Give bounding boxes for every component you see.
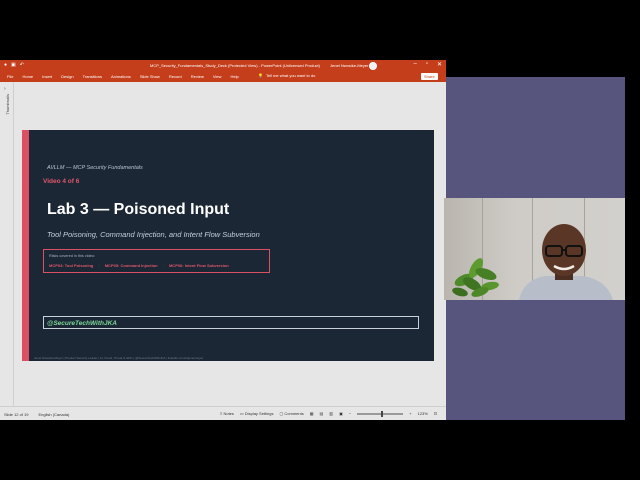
zoom-slider-thumb[interactable] bbox=[380, 410, 383, 417]
handle-box: @SecureTechWithJKA bbox=[43, 316, 419, 329]
ribbon-tab-animations[interactable]: Animations bbox=[111, 74, 131, 79]
comments-button[interactable]: ▢ Comments bbox=[279, 411, 303, 416]
notes-label: Notes bbox=[223, 411, 234, 416]
maximize-icon[interactable]: ▫ bbox=[426, 61, 428, 68]
tell-me-box[interactable]: 💡 Tell me what you want to do bbox=[258, 73, 315, 78]
ribbon-tab-transitions[interactable]: Transitions bbox=[83, 74, 102, 79]
user-name[interactable]: Jenet Nwosike-Meyer bbox=[330, 63, 368, 68]
screen-recording: ● ▣ ↶ MCP_Security_Fundamentals_Study_De… bbox=[0, 0, 640, 480]
close-icon[interactable]: ✕ bbox=[437, 61, 442, 68]
plant-image bbox=[452, 258, 499, 297]
zoom-in-icon[interactable]: + bbox=[409, 411, 411, 416]
ribbon-tab-record[interactable]: Record bbox=[169, 74, 182, 79]
zoom-out-icon[interactable]: − bbox=[349, 411, 351, 416]
webcam-feed bbox=[444, 198, 625, 300]
thumbnails-label: Thumbnails bbox=[5, 94, 10, 115]
display-settings-button[interactable]: ▭ Display Settings bbox=[240, 411, 274, 416]
fit-to-window-icon[interactable]: ⊡ bbox=[434, 411, 437, 416]
status-bar: Slide 12 of 19 English (Canada) ≡ Notes … bbox=[0, 406, 446, 420]
ribbon-tab-view[interactable]: View bbox=[213, 74, 222, 79]
slide-subtitle: Tool Poisoning, Command Injection, and I… bbox=[47, 230, 260, 239]
reading-view-icon[interactable]: ▥ bbox=[329, 411, 333, 416]
lightbulb-icon: 💡 bbox=[258, 73, 263, 78]
zoom-level[interactable]: 123% bbox=[418, 411, 428, 416]
autosave-icon[interactable]: ● bbox=[4, 62, 7, 68]
risk-item: MCP06: Intent Flow Subversion bbox=[168, 263, 229, 268]
title-bar: ● ▣ ↶ MCP_Security_Fundamentals_Study_De… bbox=[0, 60, 446, 71]
expand-arrow-icon[interactable]: › bbox=[4, 86, 6, 92]
ribbon-tab-help[interactable]: Help bbox=[230, 74, 238, 79]
risk-item: MCP05: Command Injection bbox=[104, 263, 158, 268]
slide[interactable]: AI/LLM — MCP Security Fundamentals Video… bbox=[22, 130, 434, 361]
risks-box: Risks covered in this video: MCP03: Tool… bbox=[43, 249, 270, 273]
minimize-icon[interactable]: – bbox=[413, 61, 416, 68]
zoom-slider[interactable] bbox=[357, 410, 404, 417]
normal-view-icon[interactable]: ▦ bbox=[310, 411, 314, 416]
ribbon-tab-file[interactable]: File bbox=[7, 74, 13, 79]
share-button[interactable]: Share bbox=[421, 73, 438, 80]
notes-button[interactable]: ≡ Notes bbox=[220, 411, 234, 416]
display-settings-label: Display Settings bbox=[244, 411, 274, 416]
ribbon-tabs: File Home Insert Design Transitions Animation… bbox=[0, 71, 446, 82]
ribbon-tab-design[interactable]: Design bbox=[61, 74, 73, 79]
slide-sorter-icon[interactable]: ▤ bbox=[320, 411, 324, 416]
risk-separator: · bbox=[162, 263, 164, 268]
language[interactable]: English (Canada) bbox=[38, 412, 69, 417]
slideshow-icon[interactable]: ▣ bbox=[339, 411, 343, 416]
presenter-image bbox=[519, 224, 613, 300]
save-icon[interactable]: ▣ bbox=[11, 62, 16, 68]
slide-kicker: AI/LLM — MCP Security Fundamentals bbox=[47, 165, 143, 171]
avatar[interactable] bbox=[369, 61, 377, 70]
window-controls: – ▫ ✕ bbox=[413, 61, 442, 68]
ribbon-tab-review[interactable]: Review bbox=[191, 74, 204, 79]
video-number: Video 4 of 6 bbox=[43, 178, 80, 185]
tell-me-text: Tell me what you want to do bbox=[265, 73, 316, 78]
risk-separator: · bbox=[98, 263, 100, 268]
ribbon-tab-home[interactable]: Home bbox=[22, 74, 33, 79]
window-title: MCP_Security_Fundamentals_Study_Deck (Pr… bbox=[150, 63, 321, 68]
slide-count: Slide 12 of 19 bbox=[4, 412, 29, 417]
comments-label: Comments bbox=[284, 411, 304, 416]
thumbnails-pane[interactable]: › Thumbnails bbox=[0, 82, 14, 406]
risk-item: MCP03: Tool Poisoning bbox=[49, 263, 94, 268]
slide-footer: Jenet Nwosike-Meyer | Product Security L… bbox=[34, 356, 204, 360]
social-handle: @SecureTechWithJKA bbox=[47, 320, 117, 327]
ribbon-tab-slide-show[interactable]: Slide Show bbox=[140, 74, 160, 79]
ribbon-tab-insert[interactable]: Insert bbox=[42, 74, 52, 79]
slide-accent-bar bbox=[22, 130, 29, 361]
risks-header: Risks covered in this video: bbox=[49, 254, 96, 258]
quick-access-toolbar: ● ▣ ↶ bbox=[4, 62, 24, 68]
undo-icon[interactable]: ↶ bbox=[20, 62, 24, 68]
slide-title: Lab 3 — Poisoned Input bbox=[47, 201, 230, 218]
